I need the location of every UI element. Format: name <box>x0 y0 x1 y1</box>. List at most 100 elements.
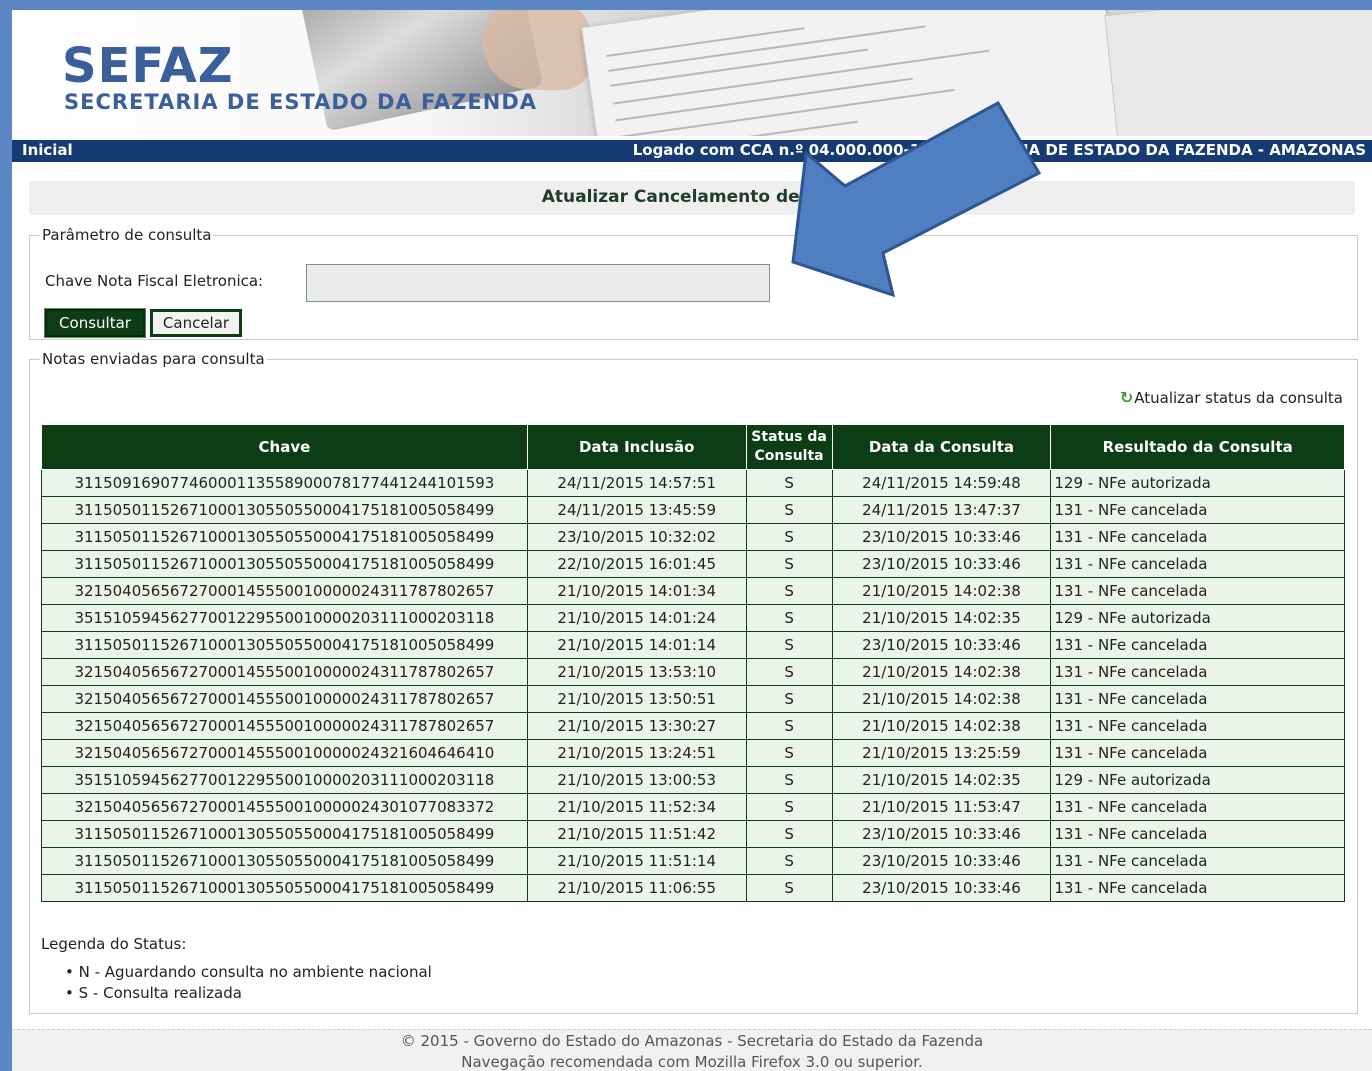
table-row: 3115050115267100013055055000417518100505… <box>41 847 1345 875</box>
page-title-bar: Atualizar Cancelamento de NFe <box>29 181 1355 215</box>
column-header-data-consulta: Data da Consulta <box>831 424 1052 470</box>
nav-link-home[interactable]: Inicial <box>22 141 73 159</box>
cell-data-inclusao: 24/11/2015 13:45:59 <box>526 496 747 524</box>
cell-data-inclusao: 24/11/2015 14:57:51 <box>526 469 747 497</box>
cell-data-inclusao: 21/10/2015 13:53:10 <box>526 658 747 686</box>
cell-resultado: 129 - NFe autorizada <box>1050 469 1345 497</box>
cell-status: S <box>745 658 833 686</box>
cell-data-inclusao: 21/10/2015 13:24:51 <box>526 739 747 767</box>
cell-data-consulta: 21/10/2015 13:25:59 <box>831 739 1052 767</box>
cell-data-consulta: 24/11/2015 13:47:37 <box>831 496 1052 524</box>
cell-resultado: 131 - NFe cancelada <box>1050 550 1345 578</box>
cell-chave: 3215040565672700014555001000002430107708… <box>41 793 528 821</box>
cell-data-consulta: 21/10/2015 14:02:38 <box>831 577 1052 605</box>
refresh-status-link[interactable]: ↻Atualizar status da consulta <box>1120 388 1343 407</box>
table-row: 3215040565672700014555001000002431178780… <box>41 712 1345 740</box>
status-legend-item-n: N - Aguardando consulta no ambiente naci… <box>65 962 432 983</box>
cell-chave: 3215040565672700014555001000002431178780… <box>41 658 528 686</box>
cell-resultado: 129 - NFe autorizada <box>1050 604 1345 632</box>
cell-data-consulta: 21/10/2015 11:53:47 <box>831 793 1052 821</box>
cell-resultado: 131 - NFe cancelada <box>1050 631 1345 659</box>
table-row: 3115091690774600011355890007817744124410… <box>41 469 1345 497</box>
cell-data-inclusao: 21/10/2015 11:52:34 <box>526 793 747 821</box>
cell-data-inclusao: 23/10/2015 10:32:02 <box>526 523 747 551</box>
results-table: Chave Data Inclusão Status da Consulta D… <box>41 424 1345 902</box>
cell-data-inclusao: 21/10/2015 11:51:14 <box>526 847 747 875</box>
cell-resultado: 131 - NFe cancelada <box>1050 658 1345 686</box>
cell-data-consulta: 24/11/2015 14:59:48 <box>831 469 1052 497</box>
cell-data-inclusao: 21/10/2015 14:01:24 <box>526 604 747 632</box>
table-row: 3115050115267100013055055000417518100505… <box>41 631 1345 659</box>
cell-data-inclusao: 21/10/2015 14:01:14 <box>526 631 747 659</box>
cell-chave: 3215040565672700014555001000002431178780… <box>41 685 528 713</box>
table-row: 3215040565672700014555001000002431178780… <box>41 658 1345 686</box>
cell-resultado: 131 - NFe cancelada <box>1050 577 1345 605</box>
cell-status: S <box>745 523 833 551</box>
cell-resultado: 131 - NFe cancelada <box>1050 874 1345 902</box>
cell-chave: 3515105945627700122955001000020311100020… <box>41 766 528 794</box>
cell-chave: 3115050115267100013055055000417518100505… <box>41 523 528 551</box>
cancelar-button[interactable]: Cancelar <box>149 308 243 338</box>
cell-chave: 3115050115267100013055055000417518100505… <box>41 874 528 902</box>
table-row: 3115050115267100013055055000417518100505… <box>41 820 1345 848</box>
query-parameters-fieldset: Parâmetro de consulta Chave Nota Fiscal … <box>29 226 1358 340</box>
cell-status: S <box>745 874 833 902</box>
cell-data-consulta: 23/10/2015 10:33:46 <box>831 820 1052 848</box>
cell-status: S <box>745 496 833 524</box>
cell-chave: 3115050115267100013055055000417518100505… <box>41 820 528 848</box>
cell-data-consulta: 21/10/2015 14:02:38 <box>831 685 1052 713</box>
banner-document-image-2 <box>1104 10 1372 136</box>
cell-status: S <box>745 739 833 767</box>
results-body: 3115091690774600011355890007817744124410… <box>41 469 1345 902</box>
footer: © 2015 - Governo do Estado do Amazonas -… <box>12 1029 1372 1071</box>
refresh-icon: ↻ <box>1119 388 1134 407</box>
chave-input[interactable] <box>306 264 770 302</box>
cell-chave: 3215040565672700014555001000002431178780… <box>41 577 528 605</box>
footer-browser-note: Navegação recomendada com Mozilla Firefo… <box>461 1053 923 1071</box>
cell-data-consulta: 21/10/2015 14:02:35 <box>831 766 1052 794</box>
table-row: 3115050115267100013055055000417518100505… <box>41 550 1345 578</box>
login-info: Logado com CCA n.º 04.000.000-1 - SECRET… <box>632 141 1366 159</box>
column-header-data-inclusao: Data Inclusão <box>526 424 747 470</box>
cell-data-inclusao: 21/10/2015 11:51:42 <box>526 820 747 848</box>
cell-chave: 3115050115267100013055055000417518100505… <box>41 631 528 659</box>
cell-data-inclusao: 21/10/2015 13:50:51 <box>526 685 747 713</box>
table-header-row: Chave Data Inclusão Status da Consulta D… <box>41 424 1345 470</box>
logo-subtitle: SECRETARIA DE ESTADO DA FAZENDA <box>64 90 538 114</box>
table-row: 3215040565672700014555001000002432160464… <box>41 739 1345 767</box>
status-legend-title: Legenda do Status: <box>41 935 187 953</box>
cell-status: S <box>745 847 833 875</box>
cell-status: S <box>745 685 833 713</box>
logo-title[interactable]: SEFAZ <box>62 42 234 90</box>
cell-resultado: 131 - NFe cancelada <box>1050 712 1345 740</box>
cell-data-consulta: 23/10/2015 10:33:46 <box>831 631 1052 659</box>
cell-data-inclusao: 21/10/2015 13:30:27 <box>526 712 747 740</box>
table-row: 3515105945627700122955001000020311100020… <box>41 604 1345 632</box>
cell-status: S <box>745 631 833 659</box>
top-nav-bar: Inicial Logado com CCA n.º 04.000.000-1 … <box>12 140 1372 162</box>
cell-resultado: 131 - NFe cancelada <box>1050 523 1345 551</box>
cell-data-inclusao: 21/10/2015 14:01:34 <box>526 577 747 605</box>
status-legend-item-s: S - Consulta realizada <box>65 983 432 1004</box>
cell-data-consulta: 23/10/2015 10:33:46 <box>831 550 1052 578</box>
chave-label: Chave Nota Fiscal Eletronica: <box>45 272 264 290</box>
footer-copyright: © 2015 - Governo do Estado do Amazonas -… <box>400 1032 984 1050</box>
table-row: 3115050115267100013055055000417518100505… <box>41 523 1345 551</box>
cell-data-consulta: 23/10/2015 10:33:46 <box>831 847 1052 875</box>
column-header-status: Status da Consulta <box>745 424 833 470</box>
cell-status: S <box>745 793 833 821</box>
cell-data-inclusao: 21/10/2015 13:00:53 <box>526 766 747 794</box>
table-row: 3115050115267100013055055000417518100505… <box>41 496 1345 524</box>
cell-chave: 3215040565672700014555001000002431178780… <box>41 712 528 740</box>
sent-notes-fieldset: Notas enviadas para consulta ↻Atualizar … <box>29 350 1358 1014</box>
table-row: 3215040565672700014555001000002431178780… <box>41 685 1345 713</box>
cell-chave: 3115050115267100013055055000417518100505… <box>41 496 528 524</box>
column-header-chave: Chave <box>41 424 528 470</box>
cell-chave: 3515105945627700122955001000020311100020… <box>41 604 528 632</box>
cell-status: S <box>745 550 833 578</box>
consultar-button[interactable]: Consultar <box>44 308 146 338</box>
table-row: 3215040565672700014555001000002430107708… <box>41 793 1345 821</box>
cell-status: S <box>745 766 833 794</box>
cell-data-consulta: 23/10/2015 10:33:46 <box>831 874 1052 902</box>
page-title: Atualizar Cancelamento de NFe <box>541 187 843 207</box>
